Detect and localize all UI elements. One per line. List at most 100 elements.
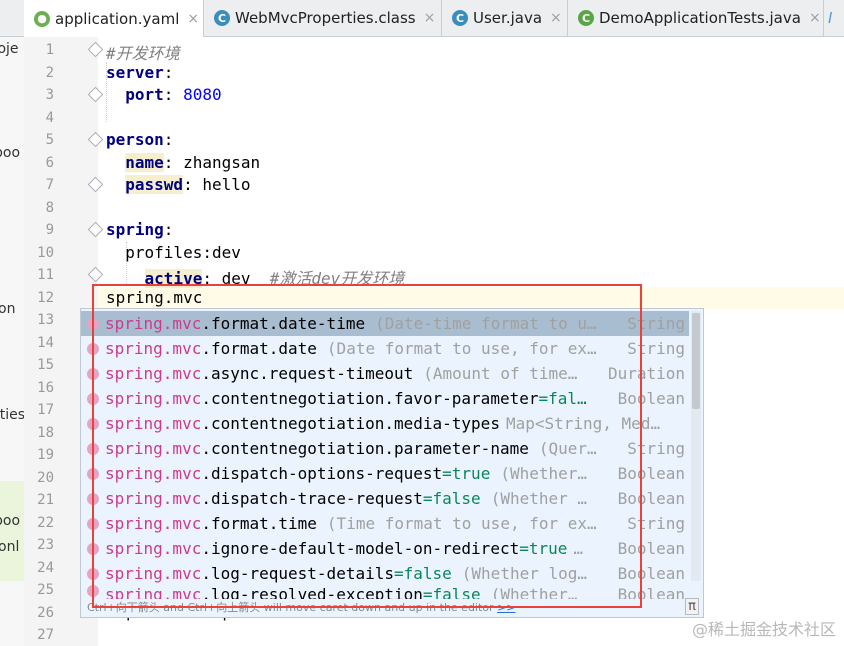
match-prefix: spring.mvc [105,564,202,583]
code-line-9: spring: [106,220,174,239]
panel-fragment[interactable]: boo [0,513,20,529]
completion-item[interactable]: spring.mvc .contentnegotiation.favor-para… [81,386,689,411]
selection-highlight [0,481,24,581]
description: (Whether… [490,585,578,599]
property-icon [87,367,99,380]
property-icon [87,342,99,355]
completion-scrollbar-thumb[interactable] [692,313,700,409]
completion-item[interactable]: spring.mvc .log-request-details =false (Wh… [81,561,689,586]
line-number: 22 [37,515,54,531]
yaml-value: zhangsan [183,153,261,172]
value-type: Boolean [617,489,685,508]
property-name: .dispatch-trace-request [201,489,423,508]
value-type: Boolean [617,539,685,558]
property-name: .contentnegotiation.favor-parameter [201,389,539,408]
tab-webmvcproperties[interactable]: C WebMvcProperties.class × [204,0,442,36]
completion-item[interactable]: spring.mvc .format.date-time (Date-time f… [81,311,689,336]
code-line-10: profiles:dev [106,243,241,262]
value-type: String [625,314,685,333]
hint-link[interactable]: >> [497,601,515,614]
close-icon[interactable]: × [187,11,199,27]
line-number: 19 [37,447,54,463]
line-number: 4 [45,110,54,126]
property-icon [87,317,99,330]
panel-fragment[interactable]: boo [0,145,20,161]
editor-tab-bar: ● application.yaml × C WebMvcProperties.… [0,0,844,37]
watermark: @稀土掘金技术社区 [691,620,836,639]
yaml-comment: #开发环境 [106,44,180,63]
yaml-value: 8080 [183,85,222,104]
line-number: 21 [37,492,54,508]
yaml-value: hello [202,175,251,194]
property-name: .format.time [201,514,317,533]
property-name: .async.request-timeout [201,364,414,383]
close-icon[interactable]: × [809,10,821,26]
code-line-6: name: zhangsan [125,153,261,172]
line-number: 5 [45,132,54,148]
yaml-key: spring [106,220,164,239]
match-prefix: spring.mvc [105,539,202,558]
tab-overflow[interactable]: I [824,0,844,36]
code-line-1: #开发环境 [106,40,180,64]
tab-label: application.yaml [55,9,180,28]
project-panel-edge: roje boo on rties boo onl [0,37,25,646]
tab-user-java[interactable]: C User.java × [442,0,568,36]
code-line-3: port: 8080 [125,85,222,104]
completion-item[interactable]: spring.mvc .dispatch-trace-request =false … [81,486,689,511]
line-number: 24 [37,560,54,576]
line-number: 15 [37,357,54,373]
match-prefix: spring.mvc [105,339,202,358]
line-number: 27 [37,627,54,643]
completion-item[interactable]: spring.mvc .log-resolved-exception =false … [81,585,689,599]
close-icon[interactable]: × [550,10,562,26]
completion-item[interactable]: spring.mvc .format.date (Date format to u… [81,336,689,361]
completion-hint: Ctrl+向下箭头 and Ctrl+向上箭头 will move caret … [87,599,516,615]
class-file-icon: C [214,10,230,26]
line-number: 12 [37,290,54,306]
property-icon [87,567,99,580]
default-value: =true [519,539,568,558]
line-number: 17 [37,402,54,418]
tab-demoapplicationtests[interactable]: C DemoApplicationTests.java × [568,0,824,36]
value-type: String [627,439,685,458]
completion-item[interactable]: spring.mvc .dispatch-options-request =true… [81,461,689,486]
value-type: Boolean [617,464,685,483]
typed-text: spring.mvc [106,288,203,307]
completion-item[interactable]: spring.mvc .contentnegotiation.parameter-… [81,436,689,461]
line-number: 14 [37,335,54,351]
panel-fragment[interactable]: roje [0,41,19,57]
property-name: .contentnegotiation.parameter-name [201,439,529,458]
default-value: =true [442,464,491,483]
value-type: String [627,339,685,358]
line-number: 26 [37,605,54,621]
panel-fragment[interactable]: rties [0,407,24,423]
code-completion-popup[interactable]: spring.mvc .format.date-time (Date-time f… [80,308,704,618]
line-number: 3 [45,87,54,103]
completion-item[interactable]: spring.mvc .format.time (Time format to u… [81,511,689,536]
completion-item[interactable]: spring.mvc .async.request-timeout (Amount… [81,361,689,386]
completion-item[interactable]: spring.mvc .ignore-default-model-on-redir… [81,536,689,561]
yaml-key: person [106,130,164,149]
property-name: .format.date [201,339,317,358]
value-type: Boolean [617,564,685,583]
pi-icon[interactable]: π [685,598,699,615]
default-value: =false [393,564,452,583]
line-number: 6 [45,155,54,171]
yaml-key: port [125,85,164,104]
close-icon[interactable]: × [424,10,436,26]
code-line-2: server: [106,63,174,82]
panel-fragment[interactable]: on [0,301,15,317]
match-prefix: spring.mvc [105,414,202,433]
code-line-12: spring.mvc [106,288,202,307]
description: (Whether… [500,464,588,483]
completion-item[interactable]: spring.mvc .contentnegotiation.media-type… [81,411,689,436]
description: (Date format to use, for ex… [326,339,597,358]
tab-application-yaml[interactable]: ● application.yaml × [24,0,204,37]
description: (Amount of time… [423,364,578,383]
panel-fragment[interactable]: onl [0,539,19,555]
yaml-value: dev [221,269,251,288]
property-icon [87,517,99,530]
line-number: 18 [37,425,54,441]
value-type: String [627,514,685,533]
tab-label: WebMvcProperties.class [235,9,416,27]
